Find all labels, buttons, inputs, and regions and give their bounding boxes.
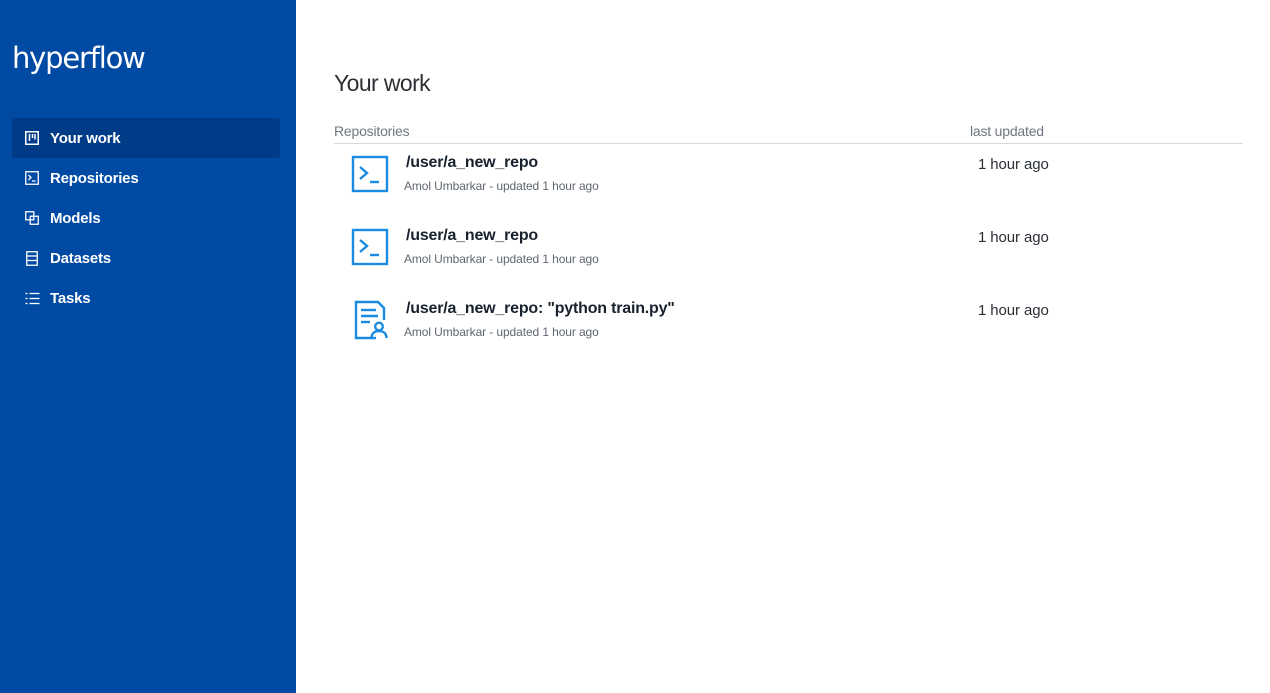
sidebar-item-label: Your work [50,129,121,147]
list-item-title[interactable]: /user/a_new_repo: "python train.py" [406,300,675,318]
page-title: Your work [334,70,431,96]
list-item[interactable]: /user/a_new_repo Amol Umbarkar - updated… [334,150,1243,223]
terminal-icon [24,170,40,186]
datasets-icon [24,250,40,266]
list-item-updated: 1 hour ago [978,229,1049,246]
sidebar-item-your-work[interactable]: Your work [12,118,280,158]
app-logo[interactable]: hyperflow [12,40,146,76]
column-header-last-updated: last updated [970,123,1044,139]
sidebar-item-tasks[interactable]: Tasks [12,278,280,318]
terminal-icon [350,154,390,194]
tasks-icon [24,290,40,306]
sidebar-item-models[interactable]: Models [12,198,280,238]
sidebar-nav: Your work Repositories Models Datasets T… [12,118,280,318]
list-item-subtitle: Amol Umbarkar - updated 1 hour ago [404,179,599,193]
list-item-title[interactable]: /user/a_new_repo [406,227,538,245]
sidebar-item-label: Datasets [50,249,111,267]
list-item-title[interactable]: /user/a_new_repo [406,154,538,172]
sidebar-item-label: Tasks [50,289,91,307]
sidebar-item-label: Models [50,209,101,227]
list-item-updated: 1 hour ago [978,302,1049,319]
list-item-subtitle: Amol Umbarkar - updated 1 hour ago [404,252,599,266]
list-item[interactable]: /user/a_new_repo Amol Umbarkar - updated… [334,223,1243,296]
app-window: hyperflow Your work Repositories Models … [0,0,1270,693]
table-header: Repositories last updated [334,121,1243,144]
column-header-repositories: Repositories [334,123,410,139]
sidebar-item-datasets[interactable]: Datasets [12,238,280,278]
models-icon [24,210,40,226]
sidebar-item-label: Repositories [50,169,139,187]
task-document-icon [350,300,390,340]
work-list: /user/a_new_repo Amol Umbarkar - updated… [334,150,1243,369]
terminal-icon [350,227,390,267]
board-icon [24,130,40,146]
sidebar-item-repositories[interactable]: Repositories [12,158,280,198]
list-item-updated: 1 hour ago [978,156,1049,173]
list-item[interactable]: /user/a_new_repo: "python train.py" Amol… [334,296,1243,369]
sidebar: hyperflow Your work Repositories Models … [0,0,296,693]
main-content: Your work Repositories last updated /use… [296,0,1270,693]
list-item-subtitle: Amol Umbarkar - updated 1 hour ago [404,325,599,339]
